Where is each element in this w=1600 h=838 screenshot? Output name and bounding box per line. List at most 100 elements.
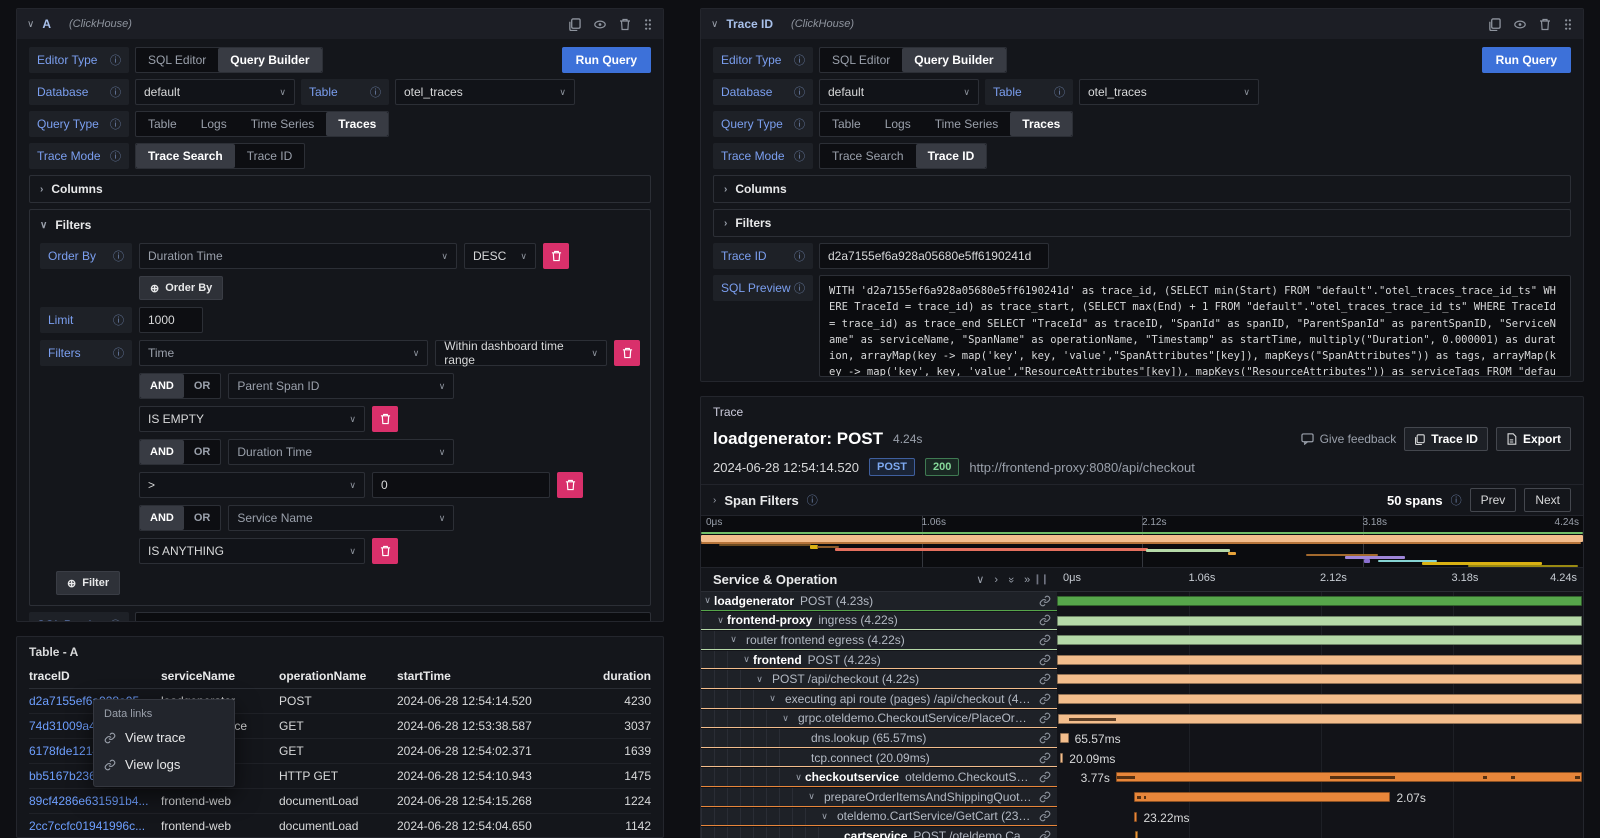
span-collapse-caret[interactable]: ∨ (727, 634, 740, 645)
info-icon[interactable]: ⓘ (110, 116, 121, 132)
span-bar[interactable] (1135, 831, 1138, 838)
and-option[interactable]: AND (140, 440, 184, 464)
trace-id-option[interactable]: Trace ID (235, 144, 305, 168)
filters-accordion[interactable]: ›Filters (713, 209, 1571, 237)
filter-value-select[interactable]: Within dashboard time range∨ (435, 340, 607, 366)
order-by-select[interactable]: Duration Time∨ (139, 243, 457, 269)
info-icon[interactable]: ⓘ (794, 148, 805, 164)
columns-accordion[interactable]: ›Columns (713, 175, 1571, 203)
info-icon[interactable]: ⓘ (794, 280, 805, 296)
span-bar[interactable] (1057, 674, 1582, 684)
info-icon[interactable]: ⓘ (807, 492, 818, 508)
query-builder-option[interactable]: Query Builder (902, 48, 1005, 72)
info-icon[interactable]: ⓘ (110, 52, 121, 68)
condition-field-select[interactable]: Duration Time∨ (228, 439, 454, 465)
drag-handle-icon[interactable] (643, 18, 653, 31)
or-option[interactable]: OR (184, 374, 221, 398)
query-type-logs[interactable]: Logs (189, 112, 239, 136)
span-collapse-caret[interactable]: ∨ (779, 713, 792, 724)
collapse-icon[interactable]: ∨ (27, 19, 34, 30)
span-collapse-caret[interactable]: ∨ (805, 791, 818, 802)
add-filter-button[interactable]: ⊕Filter (56, 571, 120, 595)
span-bar[interactable] (1057, 596, 1582, 606)
info-icon[interactable]: ⓘ (370, 84, 381, 100)
filter-field-select[interactable]: Time∨ (139, 340, 428, 366)
span-bar[interactable] (1058, 714, 1582, 724)
condition-op-select[interactable]: IS EMPTY∨ (139, 406, 365, 432)
info-icon[interactable]: ⓘ (113, 248, 124, 264)
query-type-timeseries[interactable]: Time Series (239, 112, 327, 136)
span-link-icon[interactable] (1033, 673, 1057, 685)
remove-condition-button[interactable] (557, 472, 583, 498)
column-header[interactable]: startTime (397, 669, 569, 683)
span-link-icon[interactable] (1033, 752, 1057, 764)
remove-filter-button[interactable] (614, 340, 640, 366)
condition-field-select[interactable]: Service Name∨ (228, 505, 454, 531)
span-link-icon[interactable] (1033, 693, 1057, 705)
span-link-icon[interactable] (1033, 712, 1057, 724)
duplicate-icon[interactable] (568, 18, 581, 31)
prev-button[interactable]: Prev (1470, 488, 1517, 512)
trace-search-option[interactable]: Trace Search (136, 144, 235, 168)
expand-all-icon[interactable]: » (1024, 574, 1030, 586)
span-name-cell[interactable]: ∨loadgeneratorPOST (4.23s) (701, 592, 1057, 611)
trace-id-input[interactable] (819, 243, 1049, 269)
query-type-logs[interactable]: Logs (873, 112, 923, 136)
span-bar[interactable] (1134, 792, 1391, 802)
remove-condition-button[interactable] (372, 538, 398, 564)
table-select[interactable]: otel_traces∨ (395, 79, 575, 105)
trace-id-link[interactable]: 89cf4286e631591b4... (29, 794, 161, 808)
info-icon[interactable]: ⓘ (110, 148, 121, 164)
remove-order-by-button[interactable] (543, 243, 569, 269)
span-link-icon[interactable] (1033, 791, 1057, 803)
span-collapse-caret[interactable]: ∨ (818, 811, 831, 822)
span-filters-label[interactable]: Span Filters (724, 493, 798, 508)
query-builder-option[interactable]: Query Builder (218, 48, 321, 72)
expand-one-icon[interactable]: › (994, 574, 998, 586)
collapse-all-icon[interactable]: » (1005, 576, 1017, 582)
span-link-icon[interactable] (1033, 595, 1057, 607)
query-type-timeseries[interactable]: Time Series (923, 112, 1011, 136)
span-link-icon[interactable] (1033, 732, 1057, 744)
info-icon[interactable]: ⓘ (1451, 492, 1462, 508)
remove-condition-button[interactable] (372, 406, 398, 432)
trace-minimap[interactable]: 0μs1.06s2.12s3.18s4.24s (701, 516, 1583, 568)
span-collapse-caret[interactable]: ∨ (701, 595, 714, 606)
span-name-cell[interactable]: ∨grpc.oteldemo.CheckoutService/PlaceOrde… (701, 710, 1057, 729)
span-name-cell[interactable]: ∨frontend-proxyingress (4.22s) (701, 612, 1057, 631)
span-collapse-caret[interactable]: ∨ (714, 615, 727, 626)
span-name-cell[interactable]: ∨executing api route (pages) /api/checko… (701, 690, 1057, 709)
sql-editor-option[interactable]: SQL Editor (136, 48, 218, 72)
span-name-cell[interactable]: ∨oteldemo.CartService/GetCart (23.22ms) (701, 808, 1057, 827)
span-collapse-caret[interactable]: ∨ (740, 654, 753, 665)
info-icon[interactable]: ⓘ (110, 617, 121, 622)
column-header[interactable]: operationName (279, 669, 397, 683)
info-icon[interactable]: ⓘ (113, 345, 124, 361)
info-icon[interactable]: ⓘ (794, 52, 805, 68)
span-link-icon[interactable] (1033, 810, 1057, 822)
span-bar[interactable] (1060, 733, 1068, 743)
span-collapse-caret[interactable]: ∨ (753, 674, 766, 685)
condition-op-select[interactable]: >∨ (139, 472, 365, 498)
info-icon[interactable]: ⓘ (794, 84, 805, 100)
span-bar[interactable] (1116, 772, 1582, 782)
column-header[interactable]: traceID (29, 669, 161, 683)
columns-accordion[interactable]: ›Columns (29, 175, 651, 203)
database-select[interactable]: default∨ (135, 79, 295, 105)
condition-value-input[interactable] (372, 472, 550, 498)
info-icon[interactable]: ⓘ (1054, 84, 1065, 100)
view-trace-link[interactable]: View trace (104, 724, 224, 751)
add-order-by-button[interactable]: ⊕Order By (139, 276, 223, 300)
query-type-traces[interactable]: Traces (1010, 112, 1072, 136)
eye-icon[interactable] (1513, 18, 1527, 31)
trace-id-button[interactable]: Trace ID (1404, 427, 1488, 451)
info-icon[interactable]: ⓘ (113, 312, 124, 328)
span-bar[interactable] (1057, 655, 1582, 665)
span-name-cell[interactable]: cartservicePOST /oteldemo.CartService/Ge… (701, 827, 1057, 838)
condition-field-select[interactable]: Parent Span ID∨ (228, 373, 454, 399)
expand-icon[interactable]: › (713, 495, 716, 506)
span-name-cell[interactable]: ∨router frontend egress (4.22s) (701, 631, 1057, 650)
trace-search-option[interactable]: Trace Search (820, 144, 916, 168)
trace-id-link[interactable]: 2cc7ccfc01941996c... (29, 819, 161, 833)
span-bar[interactable] (1057, 635, 1582, 645)
